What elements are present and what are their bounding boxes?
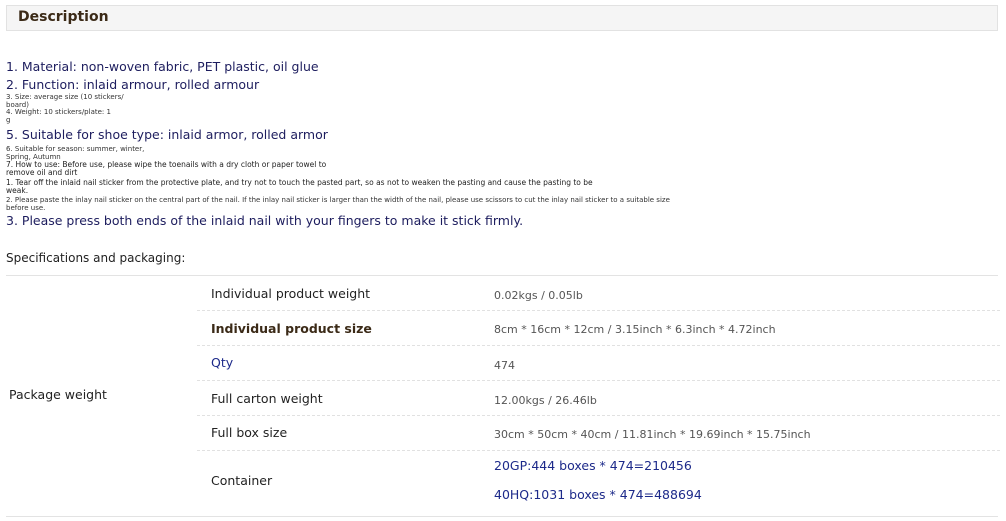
desc-line: board) [6,100,29,109]
table-row: Individual product weight 0.02kgs / 0.05… [197,276,1000,311]
table-row: Full box size 30cm * 50cm * 40cm / 11.81… [197,416,1000,451]
row-label: Individual product size [211,321,372,336]
desc-line: remove oil and dirt [6,168,78,177]
row-value: 474 [494,359,515,372]
row-label: Full carton weight [211,391,323,406]
desc-line: g [6,115,11,124]
table-row: Full carton weight 12.00kgs / 26.46lb [197,381,1000,416]
desc-line: 2. Please paste the inlay nail sticker o… [6,196,670,204]
container-20gp: 20GP:444 boxes * 474=210456 [494,458,692,473]
table-row: Individual product size 8cm * 16cm * 12c… [197,311,1000,346]
desc-line: 3. Size: average size (10 stickers/ [6,93,124,101]
desc-line: 2. Function: inlaid armour, rolled armou… [6,77,260,92]
row-label: Qty [211,355,234,370]
desc-line: weak. [6,186,29,195]
description-body: 1. Material: non-woven fabric, PET plast… [6,58,996,230]
specs-title: Specifications and packaging: [6,251,186,265]
table-row: Qty 474 [197,346,1000,381]
desc-line: 1. Material: non-woven fabric, PET plast… [6,59,319,74]
container-40hq: 40HQ:1031 boxes * 474=488694 [494,487,702,502]
row-value: 8cm * 16cm * 12cm / 3.15inch * 6.3inch *… [494,323,776,336]
package-weight-label: Package weight [9,387,107,402]
row-label: Container [211,473,273,488]
desc-line: 7. How to use: Before use, please wipe t… [6,160,327,169]
desc-line: 4. Weight: 10 stickers/plate: 1 [6,108,111,116]
row-label: Full box size [211,425,288,440]
table-row: Container 20GP:444 boxes * 474=210456 40… [197,451,1000,515]
row-label: Individual product weight [211,286,371,301]
desc-line: 1. Tear off the inlaid nail sticker from… [6,178,593,187]
desc-line: 3. Please press both ends of the inlaid … [6,213,524,228]
row-value: 0.02kgs / 0.05lb [494,289,583,302]
desc-line: 6. Suitable for season: summer, winter, [6,145,145,153]
row-value: 30cm * 50cm * 40cm / 11.81inch * 19.69in… [494,428,811,441]
row-value: 12.00kgs / 26.46lb [494,394,597,407]
divider [6,516,998,517]
description-title: Description [18,9,109,25]
description-header: Description [6,5,998,31]
desc-line: 5. Suitable for shoe type: inlaid armor,… [6,127,328,142]
desc-line: before use. [6,203,46,212]
